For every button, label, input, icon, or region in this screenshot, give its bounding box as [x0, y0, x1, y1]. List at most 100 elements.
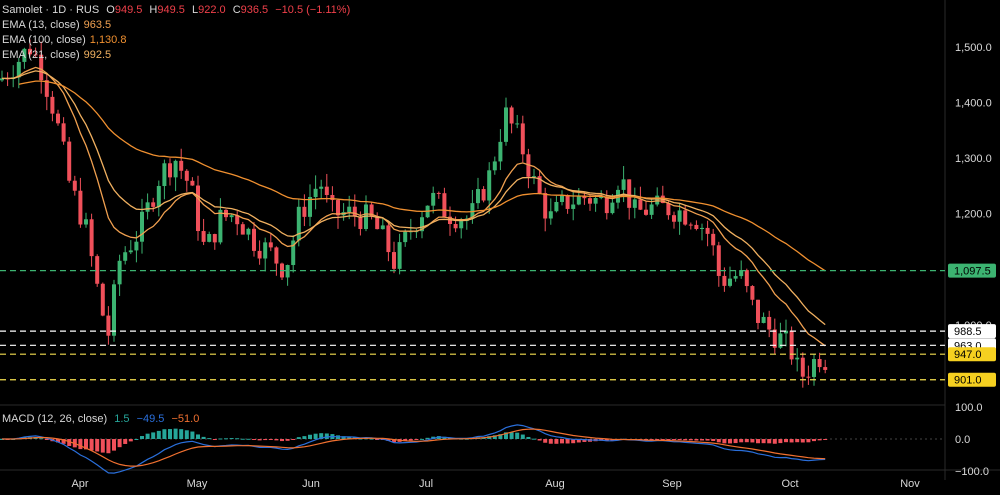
macd-hist-bar — [420, 438, 424, 440]
ema13-line — [1, 66, 826, 347]
macd-hist-bar — [128, 439, 133, 442]
candle — [257, 240, 262, 265]
macd-hist-bar — [694, 439, 699, 441]
candle-body — [800, 357, 805, 377]
candle-body — [560, 195, 564, 202]
candle-body — [554, 201, 559, 212]
candle-body — [123, 252, 128, 261]
candle-body — [694, 224, 699, 229]
candle — [408, 218, 413, 240]
candle-body — [627, 179, 632, 208]
candle — [201, 218, 206, 246]
candle — [280, 262, 284, 281]
macd-hist-bar — [565, 439, 570, 444]
price-label-text: 1,097.5 — [954, 266, 991, 278]
macd-hist-bar — [677, 439, 682, 440]
macd-hist-bar — [509, 432, 514, 439]
macd-hist-bar — [823, 439, 828, 440]
candle-body — [44, 80, 49, 97]
ema100-legend[interactable]: EMA (100, close) 1,130.8 — [2, 34, 130, 47]
macd-hist-bar — [800, 439, 805, 443]
price-axis: 1,500.01,400.01,300.01,200.01,000.0 — [955, 42, 992, 332]
macd-hist-bar — [162, 429, 167, 439]
macd-hist-bar — [700, 439, 704, 441]
candle — [196, 175, 200, 241]
candle-body — [509, 107, 514, 124]
macd-hist-bar — [302, 436, 307, 439]
candle — [240, 221, 245, 235]
candle-body — [196, 185, 200, 232]
candle — [565, 194, 570, 214]
candle-body — [240, 224, 245, 235]
macd-hist-bar — [179, 429, 184, 439]
candle-body — [576, 195, 581, 205]
macd-hist-bar — [688, 439, 693, 441]
macd-hist-bar — [795, 439, 800, 443]
price-label-text: 901.0 — [954, 375, 982, 387]
candle-body — [632, 199, 637, 208]
macd-hist-bar — [173, 428, 178, 439]
candle — [739, 260, 744, 279]
candle-body — [812, 359, 816, 377]
candle — [123, 246, 128, 265]
candles — [0, 39, 828, 388]
time-tick-label: Oct — [781, 478, 798, 490]
candle-body — [67, 141, 72, 181]
candle-body — [795, 357, 800, 360]
candle — [492, 156, 497, 175]
symbol-label: Samolet · 1D · RUS — [2, 4, 100, 16]
macd-hist-bar — [744, 439, 749, 443]
macd-hist-bar — [100, 439, 105, 453]
candle-body — [750, 286, 755, 300]
candle — [509, 105, 514, 134]
candle — [772, 318, 777, 354]
candle-body — [218, 209, 223, 243]
candle-body — [700, 227, 704, 229]
candle — [649, 199, 654, 220]
candle — [364, 195, 368, 232]
macd-hist-bar — [526, 436, 531, 439]
candle-body — [156, 186, 161, 207]
macd-hist-bar — [229, 438, 234, 440]
candle — [89, 213, 94, 267]
candle — [106, 306, 111, 345]
candle-body — [117, 260, 122, 285]
candle-body — [296, 206, 301, 241]
candle-body — [285, 265, 290, 278]
macd-legend[interactable]: MACD (12, 26, close) 1.5 −49.5 −51.0 — [2, 413, 203, 426]
ema21-legend[interactable]: EMA (21, close) 992.5 — [2, 49, 115, 62]
macd-hist-bar — [515, 432, 520, 439]
candle — [520, 115, 525, 163]
candle — [744, 268, 749, 293]
candle-body — [145, 202, 150, 212]
macd-pane — [0, 424, 828, 474]
candle — [476, 177, 480, 209]
ema13-legend[interactable]: EMA (13, close) 963.5 — [2, 19, 115, 32]
macd-hist-bar — [324, 433, 329, 439]
candle-body — [442, 193, 447, 217]
macd-hist-bar — [39, 438, 44, 440]
candle-body — [817, 359, 822, 368]
macd-signal-line — [2, 428, 826, 467]
trading-chart[interactable]: 1,500.01,400.01,300.01,200.01,000.0 100.0… — [0, 0, 1000, 495]
macd-hist-bar — [168, 429, 172, 439]
candle — [672, 211, 676, 229]
price-tick-label: 1,200.0 — [955, 209, 992, 221]
candle — [392, 241, 396, 274]
candle — [817, 352, 822, 373]
time-tick-label: Nov — [900, 478, 920, 490]
macd-hist-bar — [212, 439, 217, 440]
candle-body — [649, 204, 654, 215]
candle — [806, 365, 811, 385]
macd-hist-bar — [252, 439, 256, 440]
candle-body — [274, 247, 279, 264]
candle-body — [593, 198, 598, 204]
candle-body — [386, 225, 391, 253]
macd-hist-bar — [408, 439, 413, 441]
candle — [134, 231, 139, 263]
candle-body — [672, 215, 676, 222]
macd-hist-bar — [716, 439, 721, 443]
open-label: O — [106, 4, 115, 16]
macd-axis: 100.0 0.0 −100.0 — [955, 402, 989, 478]
time-tick-label: Apr — [71, 478, 88, 490]
